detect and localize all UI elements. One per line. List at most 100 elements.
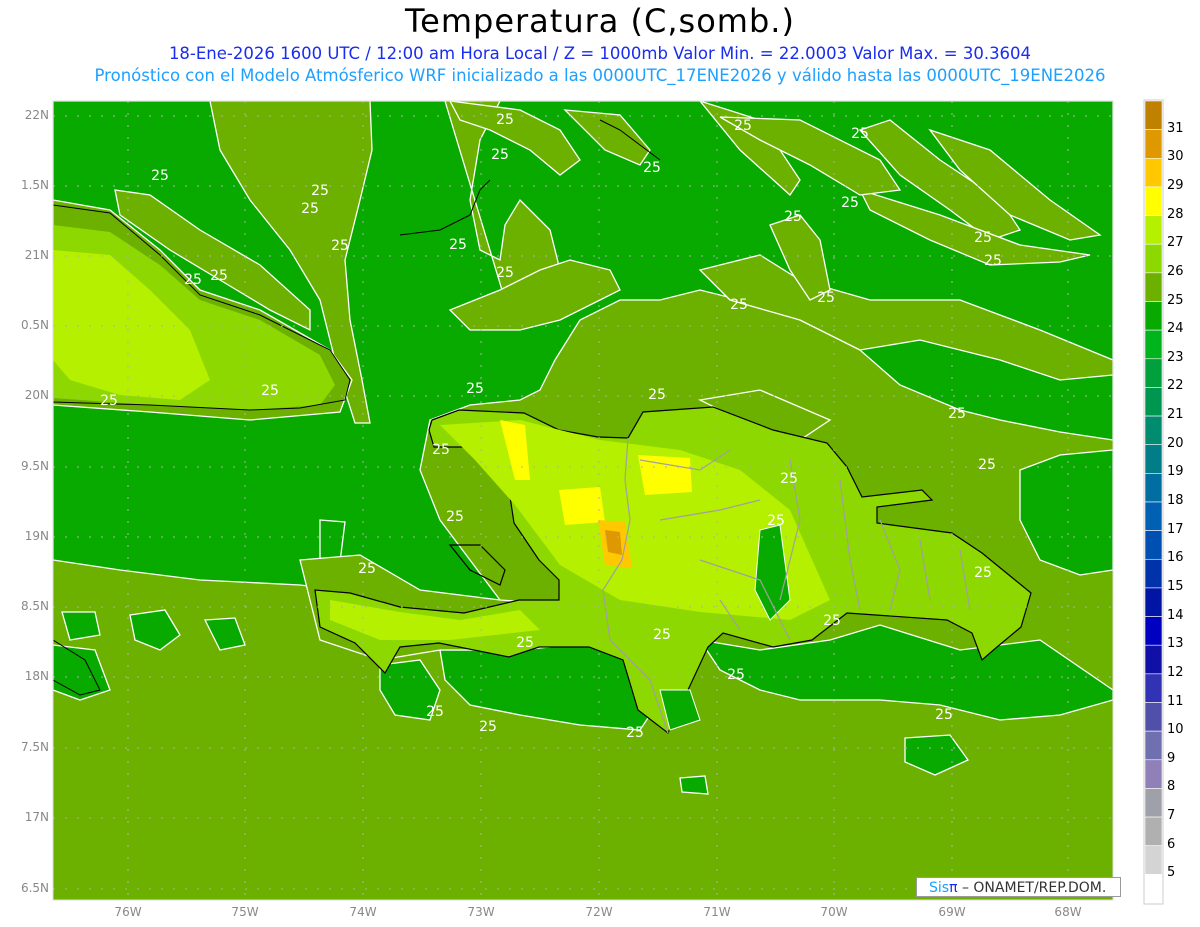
colorbar-swatch	[1144, 215, 1163, 245]
map-title: Temperatura (C,somb.)	[405, 2, 795, 40]
colorbar-swatch	[1144, 673, 1163, 703]
colorbar-label: 7	[1167, 808, 1176, 824]
longitude-label: 70W	[820, 905, 848, 919]
contour-label: 25	[446, 509, 464, 525]
colorbar-swatch	[1144, 358, 1163, 388]
colorbar-swatch	[1144, 759, 1163, 789]
contour-label: 25	[626, 725, 644, 741]
colorbar-swatch	[1144, 301, 1163, 331]
colorbar-swatch	[1144, 558, 1163, 589]
longitude-label: 69W	[938, 905, 966, 919]
contour-label: 25	[767, 513, 785, 529]
colorbar-swatch	[1144, 616, 1163, 646]
longitude-label: 71W	[703, 905, 731, 919]
contour-label: 25	[151, 168, 169, 184]
contour-label: 25	[780, 471, 798, 487]
colorbar-swatch	[1144, 415, 1163, 446]
colorbar-swatch	[1144, 100, 1163, 130]
contour-label: 25	[261, 383, 279, 399]
contour-label: 25	[301, 201, 319, 217]
contour-label: 25	[479, 719, 497, 735]
colorbar-swatch	[1144, 587, 1163, 617]
contour-label: 25	[516, 635, 534, 651]
temperature-map: 25 25 25 25 25 25 25 25 25 25 25 25 25 25 25 25 25 25 25 25…	[52, 99, 1164, 905]
colorbar-label: 14	[1167, 607, 1184, 623]
contour-label: 25	[974, 230, 992, 246]
colorbar-swatch	[1144, 644, 1163, 675]
colorbar-swatch	[1144, 473, 1163, 503]
contour-label: 25	[100, 393, 118, 409]
latitude-label: 9.5N	[20, 459, 49, 473]
contour-label: 25	[935, 707, 953, 723]
contour-label: 25	[841, 195, 859, 211]
colorbar-label: 12	[1167, 664, 1184, 680]
model-info-subtitle: Pronóstico con el Modelo Atmósferico WRF…	[94, 66, 1106, 85]
colorbar	[1143, 99, 1164, 905]
colorbar-swatch	[1144, 157, 1163, 188]
colorbar-swatch	[1144, 387, 1163, 417]
colorbar-label: 17	[1167, 521, 1184, 537]
contour-label: 25	[984, 253, 1002, 269]
colorbar-label: 18	[1167, 493, 1184, 508]
longitude-label: 75W	[231, 905, 259, 919]
colorbar-label: 19	[1167, 464, 1184, 480]
contour-label: 25	[311, 183, 329, 199]
contour-label: 25	[978, 457, 996, 473]
longitude-label: 76W	[114, 905, 142, 919]
colorbar-label: 11	[1167, 693, 1184, 709]
colorbar-label: 15	[1167, 578, 1184, 594]
latitude-label: 22N	[24, 108, 49, 122]
colorbar-label: 9	[1167, 750, 1176, 766]
colorbar-label: 25	[1167, 292, 1184, 308]
contour-label: 25	[730, 297, 748, 313]
colorbar-label: 21	[1167, 407, 1184, 423]
latitude-label: 1.5N	[20, 178, 49, 192]
contour-label: 25	[210, 268, 228, 284]
contour-label: 25	[851, 126, 869, 142]
colorbar-label: 29	[1167, 177, 1184, 193]
colorbar-label: 5	[1167, 865, 1176, 881]
colorbar-label: 27	[1167, 235, 1184, 251]
contour-label: 25	[184, 272, 202, 288]
colorbar-label: 16	[1167, 550, 1184, 566]
contour-label: 25	[466, 381, 484, 397]
sispi-logo-sis: Sis	[929, 880, 950, 896]
contour-label: 25	[491, 147, 509, 163]
colorbar-swatch	[1144, 186, 1163, 216]
colorbar-label: 23	[1167, 349, 1184, 365]
colorbar-swatch	[1144, 845, 1163, 875]
credit-text: – ONAMET/REP.DOM.	[957, 880, 1107, 896]
colorbar-label: 10	[1167, 722, 1184, 738]
contour-label: 25	[653, 627, 671, 643]
latitude-label: 21N	[24, 248, 49, 262]
valid-time-subtitle: 18-Ene-2026 1600 UTC / 12:00 am Hora Loc…	[168, 44, 1032, 63]
contour-label: 25	[784, 209, 802, 225]
latitude-label: 6.5N	[20, 881, 49, 895]
contour-label: 25	[948, 406, 966, 422]
contour-label: 25	[432, 442, 450, 458]
contour-label: 25	[496, 265, 514, 281]
colorbar-swatch	[1144, 329, 1163, 360]
colorbar-swatch	[1144, 730, 1163, 761]
colorbar-swatch	[1144, 444, 1163, 474]
contour-label: 25	[449, 237, 467, 253]
colorbar-swatch	[1144, 702, 1163, 732]
latitude-label: 20N	[24, 388, 49, 402]
contour-label: 25	[817, 290, 835, 306]
colorbar-swatch	[1144, 129, 1163, 159]
colorbar-label: 24	[1167, 321, 1184, 337]
longitude-label: 68W	[1054, 905, 1082, 919]
colorbar-swatch	[1144, 788, 1163, 818]
latitude-label: 19N	[24, 529, 49, 543]
contour-label: 25	[727, 667, 745, 683]
contour-label: 25	[823, 613, 841, 629]
colorbar-swatch	[1144, 243, 1163, 274]
contour-label: 25	[358, 561, 376, 577]
contour-label: 25	[734, 118, 752, 134]
colorbar-label: 8	[1167, 779, 1176, 795]
colorbar-label: 13	[1167, 636, 1184, 652]
colorbar-label: 31	[1167, 120, 1184, 136]
contour-label: 25	[426, 704, 444, 720]
colorbar-label: 6	[1167, 836, 1176, 852]
latitude-label: 8.5N	[20, 599, 49, 613]
